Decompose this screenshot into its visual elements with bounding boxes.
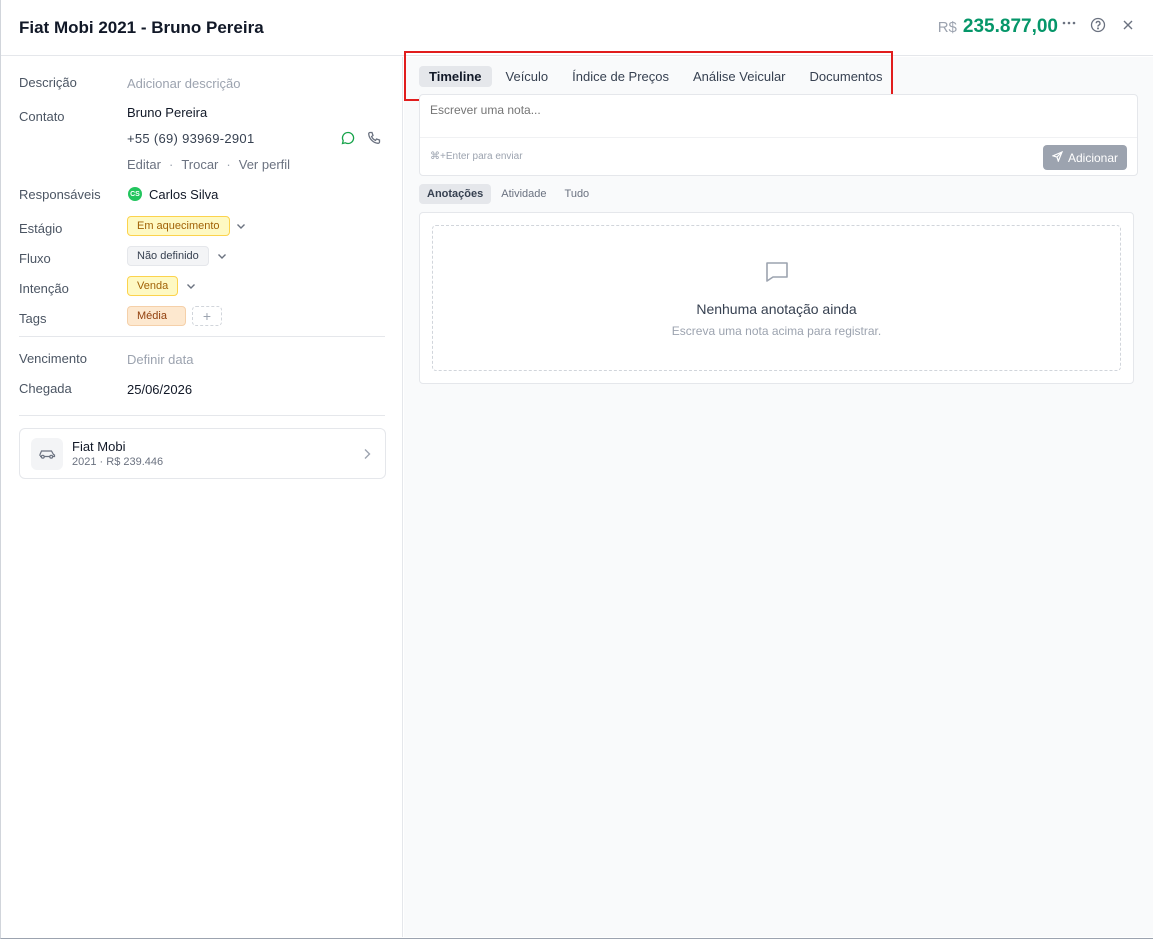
price-amount: 235.877,00 <box>962 16 1058 37</box>
chevron-down-icon[interactable] <box>235 220 247 232</box>
contact-name: Bruno Pereira <box>127 105 208 120</box>
chevron-down-icon[interactable] <box>216 250 228 262</box>
annotations-card: Nenhuma anotação ainda Escreva uma nota … <box>419 212 1134 384</box>
empty-subtitle: Escreva uma nota acima para registrar. <box>671 324 882 338</box>
add-tag-button[interactable]: + <box>192 306 222 326</box>
view-profile-link[interactable]: Ver perfil <box>239 157 290 172</box>
deal-modal: Fiat Mobi 2021 - Bruno Pereira R$ 235.87… <box>0 0 1153 939</box>
empty-state: Nenhuma anotação ainda Escreva uma nota … <box>432 225 1121 371</box>
note-composer: ⌘+Enter para enviar Adicionar <box>419 94 1138 176</box>
arrival-date: 25/06/2026 <box>127 382 193 397</box>
avatar: CS <box>128 187 142 201</box>
add-description-link[interactable]: Adicionar descrição <box>127 76 240 91</box>
car-icon <box>31 438 63 470</box>
close-icon[interactable] <box>1119 16 1137 34</box>
vehicle-card[interactable]: Fiat Mobi 2021 · R$ 239.446 <box>19 428 386 479</box>
divider <box>19 336 385 337</box>
estagio-label: Estágio <box>19 221 63 236</box>
timeline-panel: Timeline Veículo Índice de Preços Anális… <box>404 51 1153 937</box>
tab-documentos[interactable]: Documentos <box>800 66 893 87</box>
phone-icon[interactable] <box>367 131 381 145</box>
page-title: Fiat Mobi 2021 - Bruno Pereira <box>19 18 264 37</box>
vehicle-subtitle: 2021 · R$ 239.446 <box>72 456 164 468</box>
contato-label: Contato <box>19 109 65 124</box>
more-icon[interactable] <box>1060 14 1078 32</box>
contact-phone: +55 (69) 93969-2901 <box>127 131 255 146</box>
intent-badge[interactable]: Venda <box>127 276 179 296</box>
responsavel-name[interactable]: Carlos Silva <box>149 187 218 202</box>
tab-indice-precos[interactable]: Índice de Preços <box>562 66 679 87</box>
fluxo-label: Fluxo <box>19 251 51 266</box>
subtab-bar: Anotações Atividade Tudo <box>419 184 599 204</box>
edit-contact-link[interactable]: Editar <box>127 157 161 172</box>
tags-label: Tags <box>19 311 47 326</box>
send-shortcut-hint: ⌘+Enter para enviar <box>430 151 523 162</box>
tab-analise-veicular[interactable]: Análise Veicular <box>683 66 796 87</box>
details-panel: Descrição Adicionar descrição Contato Br… <box>1 57 403 937</box>
vencimento-label: Vencimento <box>19 351 87 366</box>
divider <box>19 415 385 416</box>
change-contact-link[interactable]: Trocar <box>181 157 218 172</box>
note-input[interactable] <box>430 103 1120 117</box>
modal-header: Fiat Mobi 2021 - Bruno Pereira R$ 235.87… <box>1 0 1153 56</box>
tab-timeline[interactable]: Timeline <box>419 66 492 87</box>
empty-title: Nenhuma anotação ainda <box>696 301 857 317</box>
tab-veiculo[interactable]: Veículo <box>496 66 559 87</box>
set-due-date-link[interactable]: Definir data <box>127 352 193 367</box>
subtab-tudo[interactable]: Tudo <box>557 184 598 204</box>
chegada-label: Chegada <box>19 381 72 396</box>
tag-badge[interactable]: Média <box>127 306 186 326</box>
subtab-anotacoes[interactable]: Anotações <box>419 184 492 204</box>
responsaveis-label: Responsáveis <box>19 187 101 202</box>
tab-bar: Timeline Veículo Índice de Preços Anális… <box>419 66 897 87</box>
help-icon[interactable] <box>1089 16 1107 34</box>
chevron-right-icon <box>361 447 373 461</box>
descricao-label: Descrição <box>19 75 77 90</box>
intencao-label: Intenção <box>19 281 69 296</box>
price-currency: R$ <box>937 19 957 36</box>
flow-badge[interactable]: Não definido <box>127 246 209 266</box>
subtab-atividade[interactable]: Atividade <box>493 184 554 204</box>
send-icon <box>1051 150 1064 165</box>
stage-badge[interactable]: Em aquecimento <box>127 216 230 236</box>
deal-price: R$ 235.877,00 <box>938 16 1058 38</box>
add-note-button[interactable]: Adicionar <box>1042 145 1127 170</box>
chat-bubble-icon <box>764 259 790 285</box>
whatsapp-icon[interactable] <box>341 131 355 145</box>
chevron-down-icon[interactable] <box>185 280 197 292</box>
vehicle-name: Fiat Mobi <box>72 439 126 454</box>
add-note-label: Adicionar <box>1067 150 1118 165</box>
contact-actions: Editar · Trocar · Ver perfil <box>127 157 291 172</box>
